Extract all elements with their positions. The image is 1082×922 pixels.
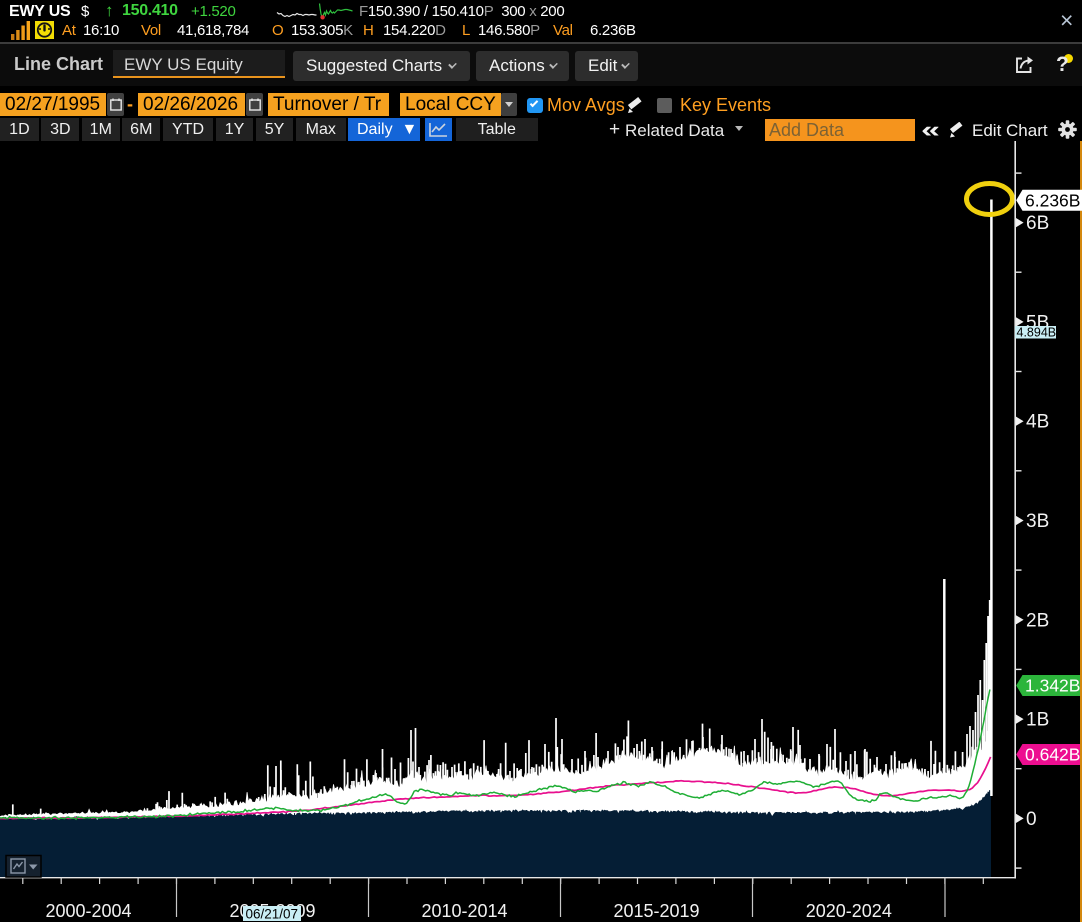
svg-text:2B: 2B [1026, 610, 1049, 631]
svg-text:4B: 4B [1026, 412, 1049, 433]
svg-text:6B: 6B [1026, 213, 1049, 234]
svg-text:2000-2004: 2000-2004 [45, 901, 131, 921]
svg-text:4.894B: 4.894B [1017, 326, 1057, 340]
svg-text:2010-2014: 2010-2014 [421, 901, 507, 921]
svg-text:2015-2019: 2015-2019 [613, 901, 699, 921]
svg-text:3B: 3B [1026, 511, 1049, 532]
svg-text:06/21/07: 06/21/07 [246, 907, 299, 922]
svg-text:0: 0 [1026, 809, 1037, 830]
svg-text:1.342B: 1.342B [1025, 676, 1080, 696]
svg-text:2020-2024: 2020-2024 [806, 901, 892, 921]
svg-text:1B: 1B [1026, 710, 1049, 731]
svg-text:6.236B: 6.236B [1025, 190, 1080, 210]
svg-text:0.642B: 0.642B [1025, 745, 1080, 765]
